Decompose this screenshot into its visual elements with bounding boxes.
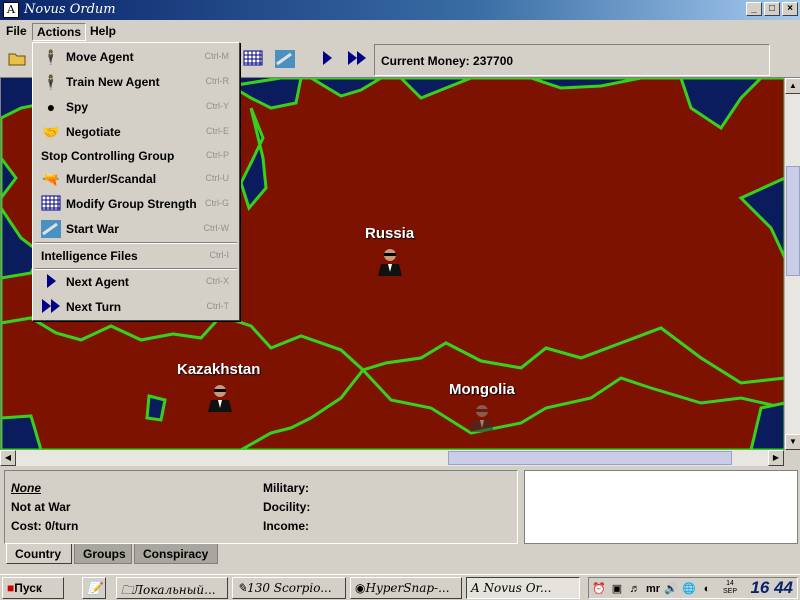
taskbar-button-hypersnap[interactable]: ◉HyperSnap-... <box>350 577 462 599</box>
vertical-scrollbar[interactable]: ▲ ▼ <box>784 78 800 450</box>
negotiate-icon: 🤝 <box>42 124 60 140</box>
menu-item-next-turn[interactable]: Next Turn Ctrl-T <box>35 295 237 319</box>
details-panel <box>524 470 798 544</box>
next-agent-icon <box>41 273 61 291</box>
menu-item-modify-group-strength[interactable]: Modify Group Strength Ctrl-G <box>35 192 237 216</box>
war-status: Not at War <box>11 500 71 514</box>
agent-icon-inactive[interactable] <box>467 402 497 432</box>
taskbar-button-scorpio[interactable]: ✎130 Scorpio... <box>232 577 346 599</box>
menu-item-negotiate[interactable]: 🤝 Negotiate Ctrl-E <box>35 120 237 144</box>
scroll-right-button[interactable]: ▶ <box>768 450 784 466</box>
grid-icon <box>41 195 61 213</box>
menu-file[interactable]: File <box>2 23 31 39</box>
folder-icon: 🗀 <box>121 583 134 597</box>
title-bar: A Novus Ordum _ □ × <box>0 0 800 20</box>
clock-tray-icon[interactable]: ⏰ <box>591 581 607 597</box>
menu-item-stop-controlling-group[interactable]: Stop Controlling Group Ctrl-P <box>35 144 237 168</box>
volume-icon[interactable]: 🔊 <box>663 581 679 597</box>
window-title: Novus Ordum <box>24 2 116 17</box>
hypersnap-icon: ◉ <box>355 581 366 595</box>
horizontal-scroll-thumb[interactable] <box>448 451 732 465</box>
money-label: Current Money: <box>381 54 470 68</box>
spy-icon: ● <box>46 99 56 115</box>
clock-display[interactable]: 16 44 <box>750 578 793 598</box>
menu-item-spy[interactable]: ● Spy Ctrl-Y <box>35 95 237 119</box>
taskbar-button-novus-ordum[interactable]: A Novus Or... <box>466 577 580 599</box>
menu-item-next-agent[interactable]: Next Agent Ctrl-X <box>35 270 237 294</box>
menu-help[interactable]: Help <box>86 23 120 39</box>
minimize-button[interactable]: _ <box>746 2 762 16</box>
start-war-icon[interactable] <box>274 50 296 70</box>
scroll-corner <box>784 450 800 466</box>
military-label: Military: <box>263 481 310 495</box>
sound-tray-icon[interactable]: ♬ <box>627 581 643 597</box>
country-label-mongolia[interactable]: Mongolia <box>449 381 515 398</box>
maximize-button[interactable]: □ <box>764 2 780 16</box>
tab-groups[interactable]: Groups <box>74 544 132 564</box>
income-label: Income: <box>263 519 310 533</box>
globe-icon[interactable]: 🌐 <box>681 581 697 597</box>
menu-item-intelligence-files[interactable]: Intelligence Files Ctrl-I <box>35 244 237 268</box>
network-tray-icon[interactable]: ▣ <box>609 581 625 597</box>
money-display: Current Money: 237700 <box>374 44 770 76</box>
start-button[interactable]: ■Пуск <box>2 577 64 599</box>
scroll-left-button[interactable]: ◀ <box>0 450 16 466</box>
move-agent-icon: 🕴 <box>42 49 60 65</box>
missile-icon <box>41 220 61 238</box>
system-tray: ⏰ ▣ ♬ mr 🔊 🌐 ◐ 14 SEP 16 44 <box>588 577 798 599</box>
gun-icon: 🔫 <box>42 171 60 187</box>
taskbar: ■Пуск 📝 🗀Локальный... ✎130 Scorpio... ◉H… <box>0 574 800 600</box>
menu-item-murder-scandal[interactable]: 🔫 Murder/Scandal Ctrl-U <box>35 167 237 191</box>
close-button[interactable]: × <box>782 2 798 16</box>
cost-value: Cost: 0/turn <box>11 519 79 533</box>
open-folder-icon[interactable] <box>6 50 28 70</box>
taskbar-button-local[interactable]: 🗀Локальный... <box>116 577 228 599</box>
mr-tray-icon[interactable]: mr <box>645 581 661 597</box>
app-icon[interactable]: A <box>3 2 19 18</box>
menubar: File Actions Help <box>0 20 800 42</box>
country-label-russia[interactable]: Russia <box>365 225 414 242</box>
menu-item-move-agent[interactable]: 🕴 Move Agent Ctrl-M <box>35 45 237 69</box>
vertical-scroll-thumb[interactable] <box>786 166 800 276</box>
language-icon[interactable]: ◐ <box>699 581 715 597</box>
docility-label: Docility: <box>263 500 311 514</box>
country-label-kazakhstan[interactable]: Kazakhstan <box>177 361 260 378</box>
novus-ordum-icon: A <box>471 581 480 595</box>
menu-actions[interactable]: Actions <box>32 23 87 41</box>
tab-conspiracy[interactable]: Conspiracy <box>134 544 218 564</box>
train-agent-icon: 🕴 <box>42 74 60 90</box>
modify-group-strength-icon[interactable] <box>242 50 264 70</box>
tab-country[interactable]: Country <box>6 544 72 564</box>
agent-icon[interactable] <box>205 382 235 412</box>
country-name: None <box>11 481 41 495</box>
next-turn-icon <box>41 298 61 316</box>
next-agent-icon[interactable] <box>316 50 338 70</box>
next-turn-icon[interactable] <box>346 50 368 70</box>
money-value: 237700 <box>473 54 514 68</box>
scroll-up-button[interactable]: ▲ <box>785 78 800 94</box>
agent-icon[interactable] <box>375 246 405 276</box>
date-display: 14 SEP <box>723 580 738 595</box>
menu-item-start-war[interactable]: Start War Ctrl-W <box>35 217 237 241</box>
horizontal-scrollbar[interactable]: ◀ ▶ <box>0 450 784 466</box>
scorpio-icon: ✎ <box>237 581 248 595</box>
scroll-down-button[interactable]: ▼ <box>785 434 800 450</box>
country-info-panel: None Not at War Cost: 0/turn Military: D… <box>4 470 518 544</box>
menu-item-train-new-agent[interactable]: 🕴 Train New Agent Ctrl-R <box>35 70 237 94</box>
quick-launch-icon[interactable]: 📝 <box>82 577 106 599</box>
actions-dropdown-menu: 🕴 Move Agent Ctrl-M 🕴 Train New Agent Ct… <box>32 42 240 321</box>
